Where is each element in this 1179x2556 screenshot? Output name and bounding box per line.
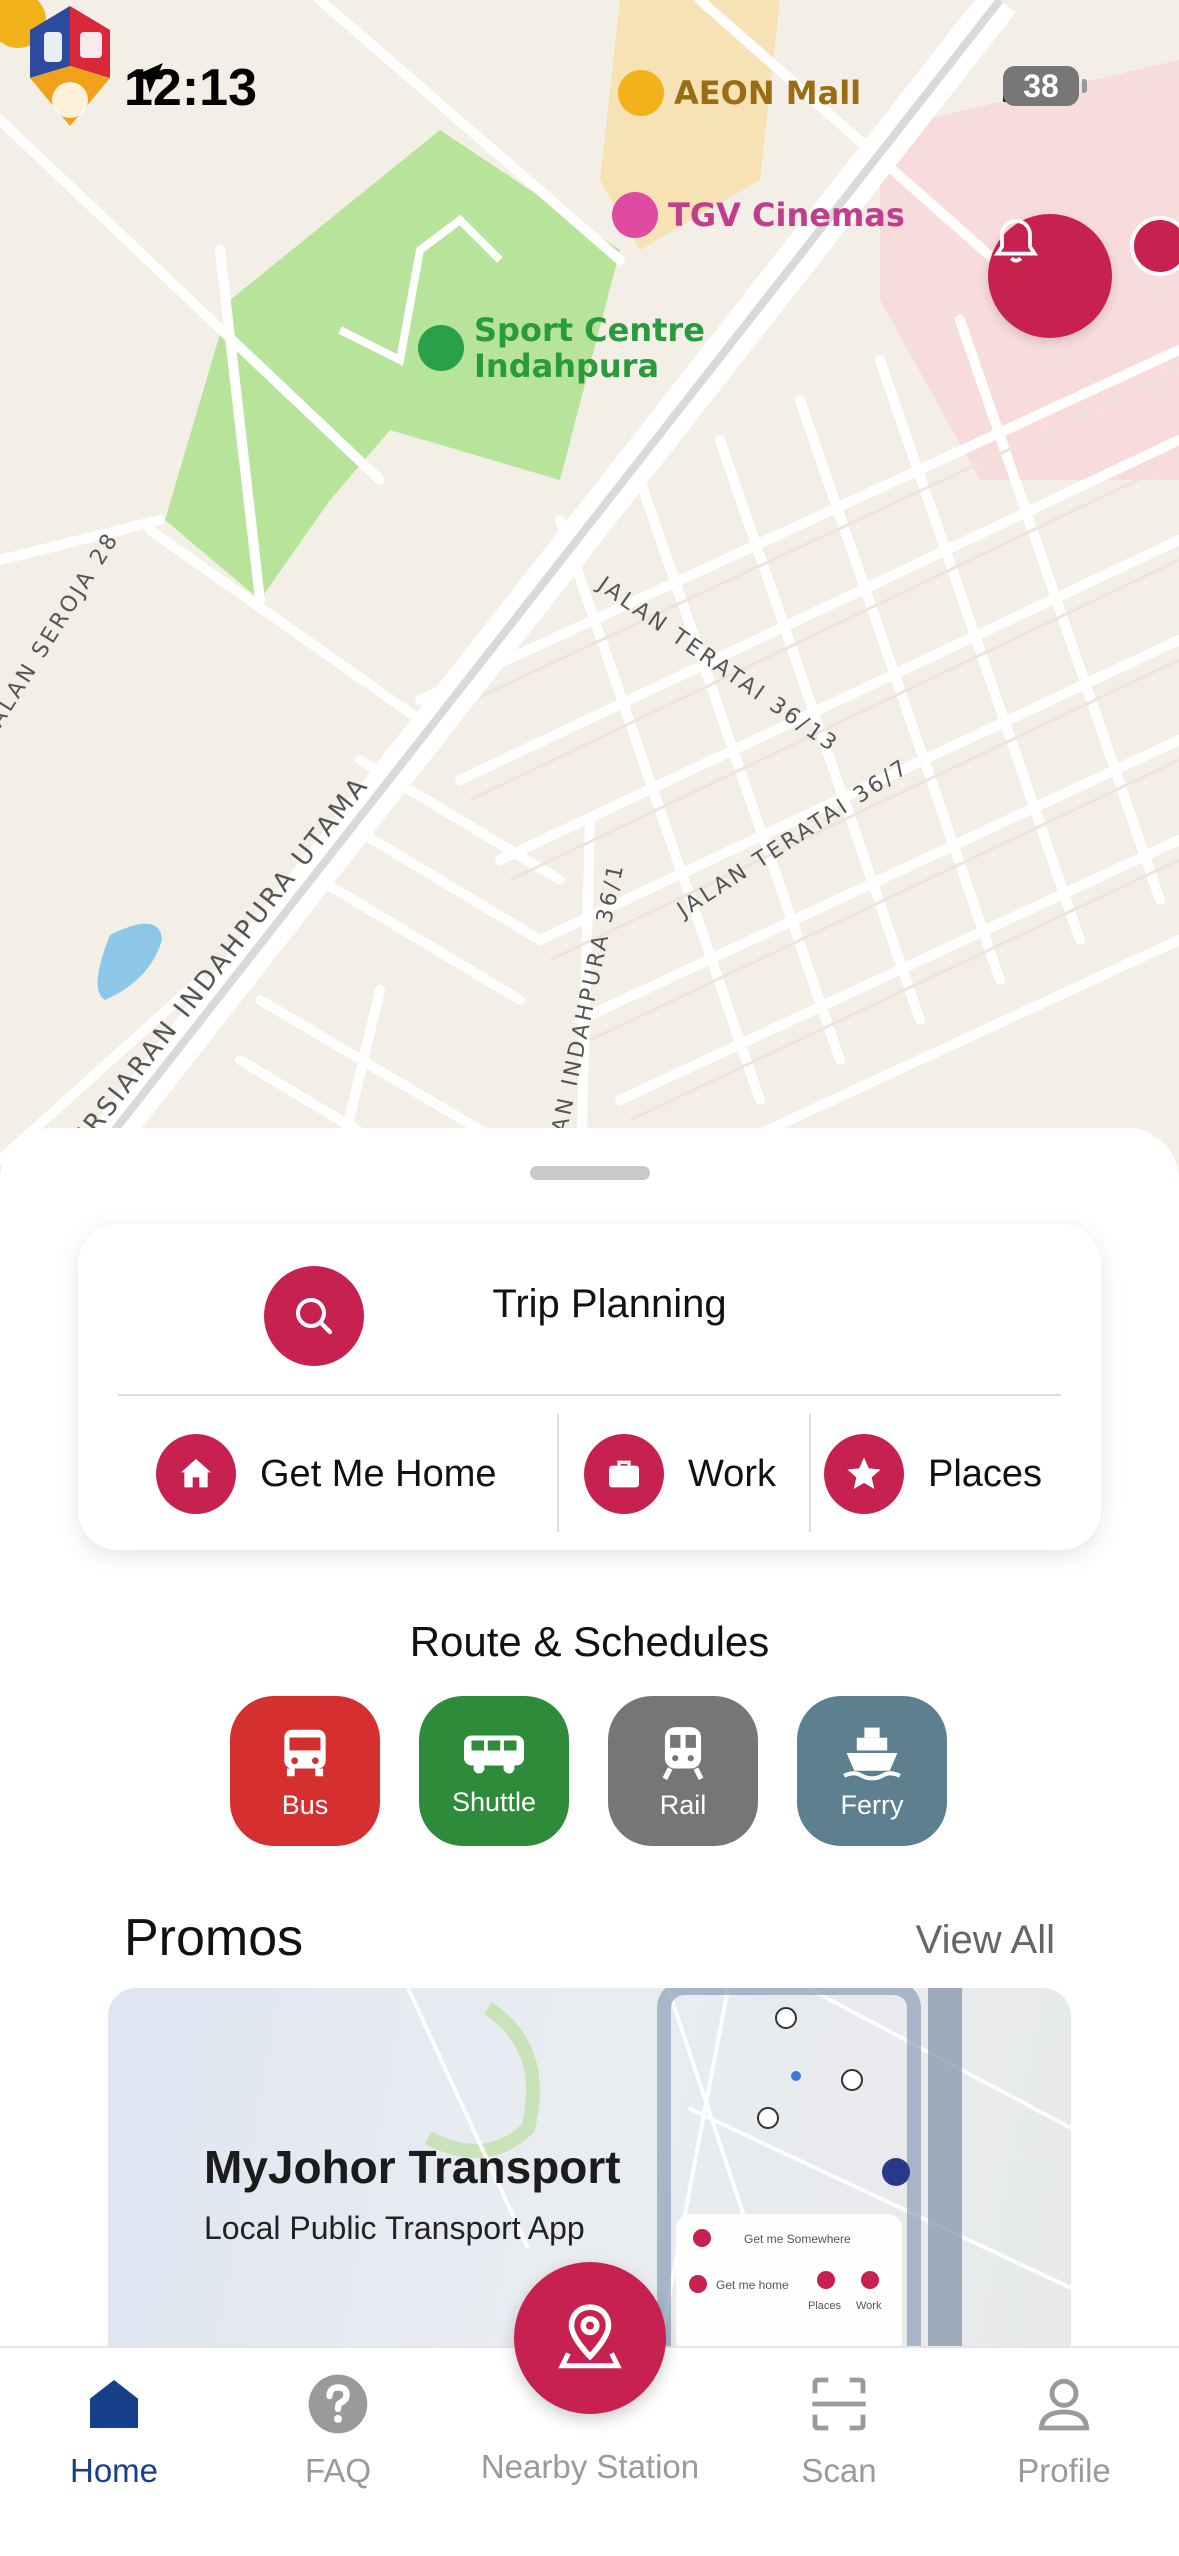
golf-icon [418, 325, 464, 371]
tab-home[interactable]: Home [14, 2372, 214, 2490]
map-view[interactable]: AEON Mall TGV Cinemas Sport Centre Indahp… [0, 0, 1179, 1200]
location-pin-icon [558, 2304, 622, 2369]
notification-button[interactable] [988, 214, 1112, 338]
question-icon [308, 2374, 368, 2434]
get-me-home-button[interactable]: Get Me Home [156, 1424, 556, 1524]
nearby-station-button[interactable] [514, 2262, 666, 2414]
sheet-handle[interactable] [530, 1166, 650, 1180]
poi-tgv-cinemas[interactable]: TGV Cinemas [612, 192, 905, 238]
camera-icon [612, 192, 658, 238]
train-icon [662, 1726, 704, 1780]
divider [809, 1414, 811, 1532]
trip-planning-search[interactable]: Trip Planning [78, 1224, 1101, 1394]
trip-planning-title: Trip Planning [492, 1282, 727, 1326]
app-logo[interactable] [0, 0, 140, 132]
get-me-home-label: Get Me Home [260, 1452, 497, 1495]
places-button[interactable]: Places [824, 1424, 1084, 1524]
tab-faq[interactable]: FAQ [238, 2372, 438, 2490]
shuttle-mode-button[interactable]: Shuttle [419, 1696, 569, 1846]
tab-scan[interactable]: Scan [739, 2372, 939, 2490]
promo-mock-work: Work [856, 2300, 882, 2312]
status-time: 12:13 [124, 59, 257, 117]
work-button[interactable]: Work [584, 1424, 824, 1524]
promos-title: Promos [124, 1909, 304, 1967]
poi-aeon-mall[interactable]: AEON Mall [618, 70, 861, 116]
poi-sport-centre[interactable]: Sport Centre Indahpura [418, 312, 705, 384]
tab-profile[interactable]: Profile [964, 2372, 1164, 2490]
battery-indicator: 38 [1003, 66, 1087, 106]
home-icon [156, 1434, 236, 1514]
shopping-bag-icon [618, 70, 664, 116]
briefcase-icon [584, 1434, 664, 1514]
star-icon [824, 1434, 904, 1514]
trip-planning-card: Trip Planning Get Me Home Work Places [78, 1224, 1101, 1550]
view-all-link[interactable]: View All [916, 1918, 1055, 1963]
scan-icon [812, 2377, 866, 2431]
divider [557, 1414, 559, 1532]
promo-mock-get-somewhere: Get me Somewhere [744, 2232, 851, 2246]
divider [118, 1394, 1061, 1396]
ferry-mode-button[interactable]: Ferry [797, 1696, 947, 1846]
work-label: Work [688, 1452, 776, 1495]
profile-icon [1038, 2378, 1090, 2431]
status-indicators: 38 [1003, 66, 1087, 106]
promo-mock-get-home: Get me home [716, 2278, 789, 2292]
bell-icon [993, 219, 1039, 263]
bus-mode-button[interactable]: Bus [230, 1696, 380, 1846]
rail-mode-button[interactable]: Rail [608, 1696, 758, 1846]
promo-banner-subtitle: Local Public Transport App [204, 2210, 585, 2246]
route-schedules-title: Route & Schedules [409, 1618, 770, 1665]
promo-banner-title: MyJohor Transport [204, 2141, 621, 2193]
shuttle-icon [464, 1735, 524, 1773]
ferry-icon [843, 1727, 901, 1780]
nearby-station-label: Nearby Station [480, 2448, 700, 2485]
home-icon [90, 2380, 138, 2428]
promo-mock-places: Places [808, 2300, 842, 2312]
places-label: Places [928, 1452, 1043, 1495]
bus-icon [284, 1729, 326, 1776]
